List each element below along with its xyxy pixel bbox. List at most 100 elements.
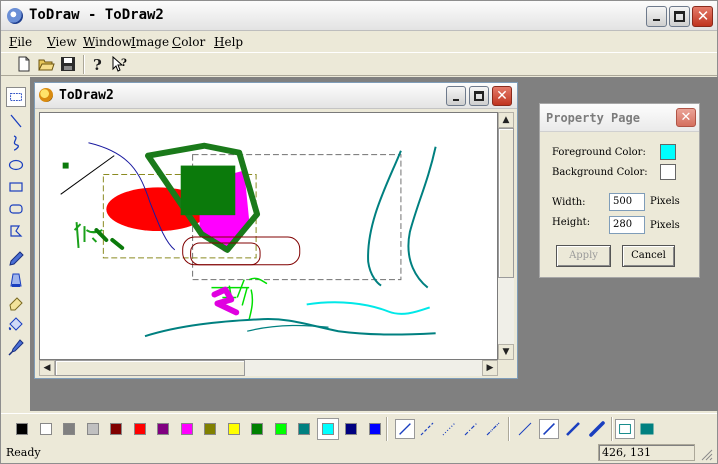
context-help-icon[interactable]: ?	[111, 55, 129, 73]
vertical-scrollbar[interactable]: ▲ ▼	[498, 112, 514, 360]
palette-color-swatch[interactable]	[251, 423, 263, 435]
menu-view[interactable]: View	[47, 35, 77, 49]
property-page-title: Property Page	[546, 111, 640, 125]
palette-color-swatch[interactable]	[110, 423, 122, 435]
document-title: ToDraw2	[59, 88, 114, 103]
palette-color-swatch[interactable]	[63, 423, 75, 435]
property-page-title-bar[interactable]: Property Page ✕	[540, 104, 699, 132]
tool-palette	[3, 83, 29, 411]
app-icon[interactable]	[7, 8, 23, 24]
scroll-down-icon[interactable]: ▼	[498, 344, 514, 360]
solid-thin-line-icon[interactable]	[395, 419, 415, 439]
cursor-coordinates: 426, 131	[602, 446, 651, 459]
eraser-icon[interactable]	[6, 293, 26, 313]
resize-grip-icon[interactable]	[699, 447, 713, 461]
palette-color-swatch[interactable]	[133, 423, 146, 435]
horizontal-scroll-thumb[interactable]	[55, 360, 245, 376]
select-rectangle-icon[interactable]	[6, 87, 26, 107]
status-text: Ready	[6, 446, 41, 459]
document-icon[interactable]	[39, 88, 53, 102]
background-color-swatch[interactable]	[660, 164, 676, 180]
shape-bright-green-scribble	[211, 277, 268, 320]
palette-color-swatch[interactable]	[321, 423, 334, 435]
apply-button[interactable]: Apply	[556, 245, 611, 267]
property-page-close-button[interactable]: ✕	[676, 108, 696, 127]
scroll-up-icon[interactable]: ▲	[498, 112, 514, 128]
palette-color-swatch[interactable]	[368, 423, 381, 435]
document-window[interactable]: ToDraw2 ✕ ▲ ▼ ◀ ▶	[34, 82, 518, 379]
palette-color-swatch[interactable]	[16, 423, 28, 435]
ellipse-icon[interactable]	[6, 155, 26, 175]
rounded-rectangle-icon[interactable]	[6, 199, 26, 219]
window-title: ToDraw - ToDraw2	[29, 7, 164, 23]
document-title-bar[interactable]: ToDraw2 ✕	[35, 83, 517, 109]
menu-color[interactable]: Color	[172, 35, 205, 49]
width-2-line-icon[interactable]	[539, 419, 559, 439]
palette-color-swatch[interactable]	[274, 423, 287, 435]
document-minimize-button[interactable]	[446, 86, 466, 106]
dot-line-icon[interactable]	[439, 419, 459, 439]
height-label: Height:	[552, 217, 591, 228]
open-folder-icon[interactable]	[37, 55, 55, 73]
vertical-scroll-thumb[interactable]	[498, 128, 514, 278]
palette-color-swatch[interactable]	[345, 423, 357, 435]
height-input[interactable]: 280	[609, 216, 645, 234]
document-maximize-button[interactable]	[469, 86, 489, 106]
close-button[interactable]: ✕	[692, 6, 713, 27]
palette-color-swatch[interactable]	[227, 423, 240, 435]
shape-teal-curve-bottom-2	[247, 324, 329, 332]
eyedropper-icon[interactable]	[6, 337, 26, 357]
status-bar: Ready 426, 131	[1, 443, 717, 463]
save-icon[interactable]	[59, 55, 77, 73]
menu-image[interactable]: Image	[131, 35, 169, 49]
palette-color-swatch[interactable]	[298, 423, 310, 435]
menu-file[interactable]: File	[9, 35, 32, 49]
drawing-canvas[interactable]	[39, 112, 498, 360]
line-icon[interactable]	[6, 111, 26, 131]
width-1-line-icon[interactable]	[515, 419, 535, 439]
palette-bar	[1, 413, 717, 441]
minimize-button[interactable]	[646, 6, 667, 27]
svg-text:?: ?	[121, 58, 127, 69]
paint-bucket-icon[interactable]	[6, 315, 26, 335]
solid-fill-icon[interactable]	[637, 419, 657, 439]
dash-dot-line-icon[interactable]	[461, 419, 481, 439]
scroll-left-icon[interactable]: ◀	[39, 360, 55, 376]
dash-line-icon[interactable]	[417, 419, 437, 439]
width-3-line-icon[interactable]	[563, 419, 583, 439]
shape-cyan-curve	[306, 301, 431, 315]
maximize-button[interactable]	[669, 6, 690, 27]
horizontal-scrollbar[interactable]: ◀ ▶	[39, 360, 498, 376]
no-fill-icon[interactable]	[615, 419, 635, 439]
maximize-icon	[474, 91, 484, 101]
palette-color-swatch[interactable]	[180, 423, 193, 435]
cancel-button[interactable]: Cancel	[622, 245, 675, 267]
palette-color-swatch[interactable]	[39, 423, 52, 435]
new-file-icon[interactable]	[15, 55, 33, 73]
document-close-button[interactable]: ✕	[492, 86, 512, 106]
size-grip[interactable]	[498, 360, 514, 376]
background-color-label: Background Color:	[552, 167, 648, 178]
polygon-icon[interactable]	[6, 221, 26, 241]
shape-green-rect	[180, 165, 236, 216]
width-4-line-icon[interactable]	[587, 419, 607, 439]
close-icon: ✕	[696, 7, 710, 25]
scroll-right-icon[interactable]: ▶	[482, 360, 498, 376]
pencil-icon[interactable]	[6, 249, 26, 269]
dash-dot-dot-line-icon[interactable]	[483, 419, 503, 439]
menu-help[interactable]: Help	[214, 35, 243, 49]
menu-window[interactable]: Window	[83, 35, 132, 49]
help-icon[interactable]: ?	[89, 55, 107, 73]
palette-separator	[386, 417, 388, 441]
curve-icon[interactable]	[6, 133, 26, 153]
palette-color-swatch[interactable]	[157, 423, 169, 435]
width-input[interactable]: 500	[609, 193, 645, 211]
title-bar[interactable]: ToDraw - ToDraw2 ✕	[1, 1, 717, 31]
foreground-color-swatch[interactable]	[660, 144, 676, 160]
height-unit-label: Pixels	[650, 220, 680, 231]
palette-color-swatch[interactable]	[204, 423, 216, 435]
fill-icon[interactable]	[6, 271, 26, 291]
rectangle-icon[interactable]	[6, 177, 26, 197]
palette-color-swatch[interactable]	[86, 423, 99, 435]
shape-teal-curve-2	[407, 146, 437, 289]
